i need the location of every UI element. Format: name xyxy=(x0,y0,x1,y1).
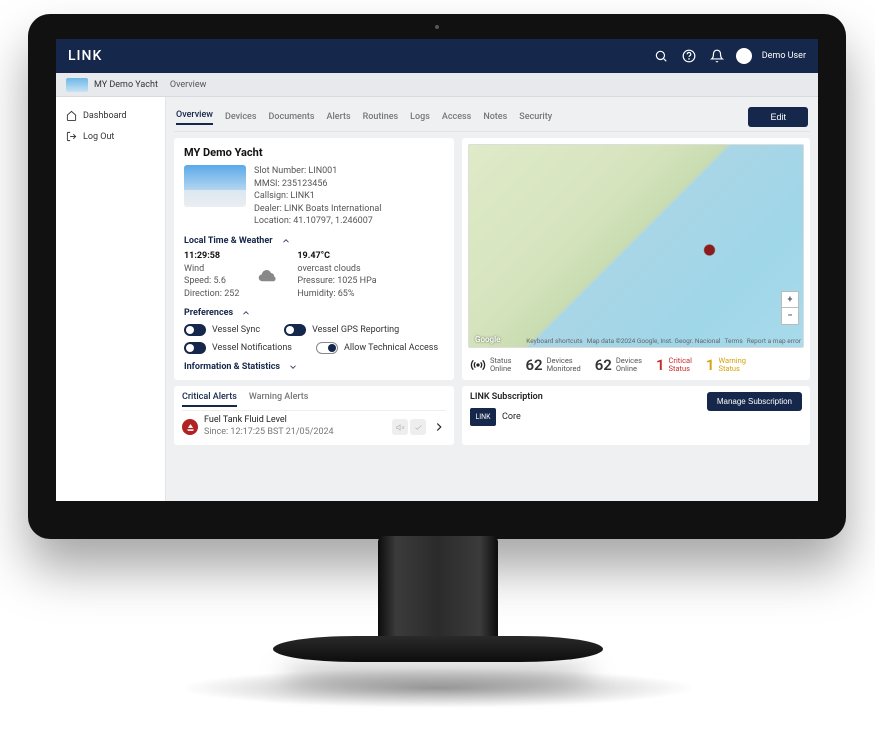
app-logo[interactable]: LINK xyxy=(68,48,102,64)
zoom-out-button[interactable]: − xyxy=(782,308,798,324)
vessel-photo xyxy=(184,165,246,207)
stat-critical-value: 1 xyxy=(656,356,665,374)
stat-critical-label: Critical Status xyxy=(669,357,692,374)
map[interactable]: Google + − Keyboard shortcuts Map data ©… xyxy=(468,144,804,348)
mute-icon[interactable] xyxy=(392,419,408,435)
vessel-details-card: MY Demo Yacht Slot Number: LIN001 MMSI: … xyxy=(174,138,454,380)
section-weather-label: Local Time & Weather xyxy=(184,236,273,246)
username[interactable]: Demo User xyxy=(762,51,806,61)
stat-monitored-label: Devices Monitored xyxy=(547,357,581,374)
sidebar: Dashboard Log Out xyxy=(56,97,166,501)
app-header: LINK Demo User xyxy=(56,39,818,73)
tab-overview[interactable]: Overview xyxy=(176,110,213,125)
alert-row[interactable]: Fuel Tank Fluid Level Since: 12:17:25 BS… xyxy=(182,415,446,438)
vessel-chip[interactable]: MY Demo Yacht xyxy=(66,78,158,92)
breadcrumb: MY Demo Yacht Overview xyxy=(56,73,818,97)
stat-warning-value: 1 xyxy=(706,356,715,374)
toggle-off-icon xyxy=(316,342,338,354)
stat-warning-label: Warning Status xyxy=(718,357,745,374)
tab-bar: Overview Devices Documents Alerts Routin… xyxy=(174,103,810,132)
map-zoom: + − xyxy=(781,291,799,325)
section-weather-toggle[interactable]: Local Time & Weather xyxy=(184,236,444,246)
pref-vessel-sync[interactable]: Vessel Sync xyxy=(184,324,260,336)
map-report[interactable]: Report a map error xyxy=(747,337,801,345)
avatar[interactable] xyxy=(736,48,752,64)
pref-notifications[interactable]: Vessel Notifications xyxy=(184,342,292,354)
chevron-right-icon[interactable] xyxy=(432,420,446,434)
section-prefs-label: Preferences xyxy=(184,308,233,318)
tab-routines[interactable]: Routines xyxy=(363,112,399,122)
home-icon xyxy=(66,110,77,121)
vessel-thumb-icon xyxy=(66,78,88,92)
bell-icon[interactable] xyxy=(708,47,726,65)
broadcast-icon xyxy=(470,357,486,373)
edit-button[interactable]: Edit xyxy=(748,107,808,127)
logout-icon xyxy=(66,131,77,142)
weather-block: 11:29:58 Wind Speed: 5.6 Direction: 252 … xyxy=(184,250,444,300)
tab-notes[interactable]: Notes xyxy=(483,112,507,122)
sidebar-item-logout[interactable]: Log Out xyxy=(62,126,159,147)
subscription-plan: Core xyxy=(502,412,521,422)
vessel-info: Slot Number: LIN001 MMSI: 235123456 Call… xyxy=(254,165,381,228)
tab-logs[interactable]: Logs xyxy=(410,112,430,122)
toggle-on-icon xyxy=(184,342,206,354)
search-icon[interactable] xyxy=(652,47,670,65)
boat-icon xyxy=(182,419,198,435)
tab-warning-alerts[interactable]: Warning Alerts xyxy=(249,392,309,407)
link-badge: LINK xyxy=(470,408,496,426)
zoom-in-button[interactable]: + xyxy=(782,292,798,308)
cloud-icon xyxy=(257,268,279,282)
subscription-header: LINK Subscription xyxy=(470,392,543,402)
tab-alerts[interactable]: Alerts xyxy=(327,112,351,122)
alert-title: Fuel Tank Fluid Level xyxy=(204,415,334,427)
stat-status-label: StatusOnline xyxy=(490,357,511,374)
tab-security[interactable]: Security xyxy=(519,112,552,122)
alerts-card: Critical Alerts Warning Alerts Fuel Tank… xyxy=(174,386,454,444)
chevron-down-icon xyxy=(288,362,298,372)
stat-monitored-value: 62 xyxy=(525,356,542,374)
map-card: Google + − Keyboard shortcuts Map data ©… xyxy=(462,138,810,380)
tab-access[interactable]: Access xyxy=(442,112,471,122)
tab-critical-alerts[interactable]: Critical Alerts xyxy=(182,392,237,407)
sidebar-item-label: Dashboard xyxy=(83,111,127,121)
stat-online-value: 62 xyxy=(595,356,612,374)
tab-documents[interactable]: Documents xyxy=(269,112,315,122)
sidebar-item-label: Log Out xyxy=(83,132,114,142)
section-info-label: Information & Statistics xyxy=(184,362,280,372)
stats-row: StatusOnline 62 Devices Monitored 62 Dev… xyxy=(462,352,810,380)
tab-devices[interactable]: Devices xyxy=(225,112,257,122)
section-info-toggle[interactable]: Information & Statistics xyxy=(184,362,444,372)
manage-subscription-button[interactable]: Manage Subscription xyxy=(707,392,802,411)
toggle-on-icon xyxy=(184,324,206,336)
chevron-up-icon xyxy=(281,236,291,246)
subscription-card: LINK Subscription LINK Core Manage Subsc… xyxy=(462,386,810,444)
map-terms[interactable]: Terms xyxy=(724,337,742,345)
pref-technical-access[interactable]: Allow Technical Access xyxy=(316,342,438,354)
toggle-on-icon xyxy=(284,324,306,336)
vessel-chip-label: MY Demo Yacht xyxy=(94,80,158,90)
check-icon[interactable] xyxy=(410,419,426,435)
section-prefs-toggle[interactable]: Preferences xyxy=(184,308,444,318)
map-shortcuts[interactable]: Keyboard shortcuts xyxy=(526,337,582,345)
pref-gps-reporting[interactable]: Vessel GPS Reporting xyxy=(284,324,399,336)
sidebar-item-dashboard[interactable]: Dashboard xyxy=(62,105,159,126)
vessel-title: MY Demo Yacht xyxy=(184,146,444,159)
chevron-up-icon xyxy=(241,308,251,318)
help-icon[interactable] xyxy=(680,47,698,65)
stat-online-label: Devices Online xyxy=(616,357,642,374)
map-attribution: Map data ©2024 Google, Inst. Geogr. Naci… xyxy=(587,337,721,345)
breadcrumb-page: Overview xyxy=(170,80,206,90)
